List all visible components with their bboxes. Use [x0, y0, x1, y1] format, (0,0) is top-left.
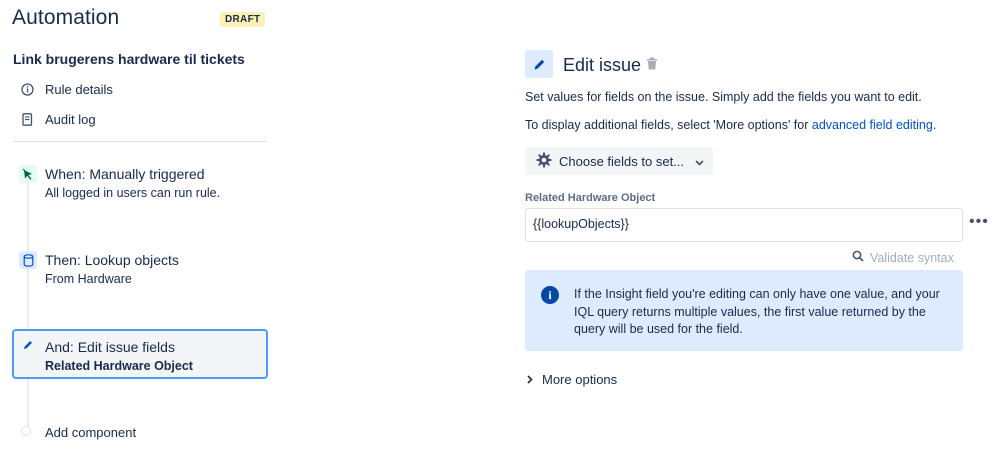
- additional-fields-suffix: .: [932, 118, 937, 132]
- cursor-click-icon: [19, 165, 37, 183]
- choose-fields-button[interactable]: Choose fields to set...: [525, 147, 713, 175]
- info-text: If the Insight field you're editing can …: [574, 287, 940, 336]
- step-subtitle: All logged in users can run rule.: [45, 186, 221, 200]
- step-title: And: Edit issue fields: [45, 339, 175, 355]
- additional-fields-text: To display additional fields, select 'Mo…: [525, 118, 936, 132]
- rule-details-link[interactable]: Rule details: [20, 82, 113, 97]
- gear-icon: [536, 152, 552, 171]
- more-options-label: More options: [542, 372, 618, 387]
- validate-syntax-label: Validate syntax: [870, 250, 954, 265]
- more-options-toggle[interactable]: More options: [527, 372, 617, 387]
- edit-pencil-icon: [525, 50, 553, 78]
- search-icon: [852, 250, 864, 265]
- step-lookup-objects[interactable]: Then: Lookup objects From Hardware: [12, 245, 268, 295]
- advanced-field-editing-link[interactable]: advanced field editing: [812, 118, 933, 132]
- add-component-dot[interactable]: [21, 426, 31, 436]
- additional-fields-prefix: To display additional fields, select 'Mo…: [525, 118, 812, 132]
- document-icon: [20, 113, 34, 127]
- database-icon: [19, 251, 37, 269]
- rule-details-label: Rule details: [45, 82, 113, 97]
- info-circle-icon: [20, 83, 34, 97]
- step-subtitle: From Hardware: [45, 272, 132, 286]
- field-label: Related Hardware Object: [525, 192, 656, 204]
- page-title: Automation: [12, 6, 120, 29]
- trash-icon[interactable]: [646, 57, 658, 71]
- step-trigger[interactable]: When: Manually triggered All logged in u…: [12, 159, 268, 209]
- divider: [13, 141, 267, 142]
- more-actions-icon[interactable]: •••: [969, 213, 989, 231]
- chevron-down-icon: [695, 154, 704, 169]
- step-subtitle: Related Hardware Object: [45, 359, 193, 373]
- audit-log-link[interactable]: Audit log: [20, 112, 96, 127]
- draft-badge: DRAFT: [220, 12, 266, 27]
- info-icon: i: [541, 286, 559, 304]
- audit-log-label: Audit log: [45, 112, 96, 127]
- action-title: Edit issue: [563, 55, 642, 75]
- pencil-icon: [19, 336, 37, 354]
- info-panel: i If the Insight field you're editing ca…: [525, 270, 963, 351]
- related-hardware-object-input[interactable]: {{lookupObjects}}: [525, 208, 963, 242]
- rule-name: Link brugerens hardware til tickets: [13, 51, 245, 67]
- step-title: When: Manually triggered: [45, 166, 205, 182]
- add-component-link[interactable]: Add component: [45, 425, 136, 440]
- timeline-line: [27, 183, 29, 426]
- step-title: Then: Lookup objects: [45, 252, 179, 268]
- description-text: Set values for fields on the issue. Simp…: [525, 90, 922, 104]
- chevron-right-icon: [527, 372, 533, 387]
- step-edit-issue-fields[interactable]: And: Edit issue fields Related Hardware …: [12, 329, 268, 379]
- validate-syntax-button[interactable]: Validate syntax: [852, 250, 954, 265]
- choose-fields-label: Choose fields to set...: [559, 153, 685, 169]
